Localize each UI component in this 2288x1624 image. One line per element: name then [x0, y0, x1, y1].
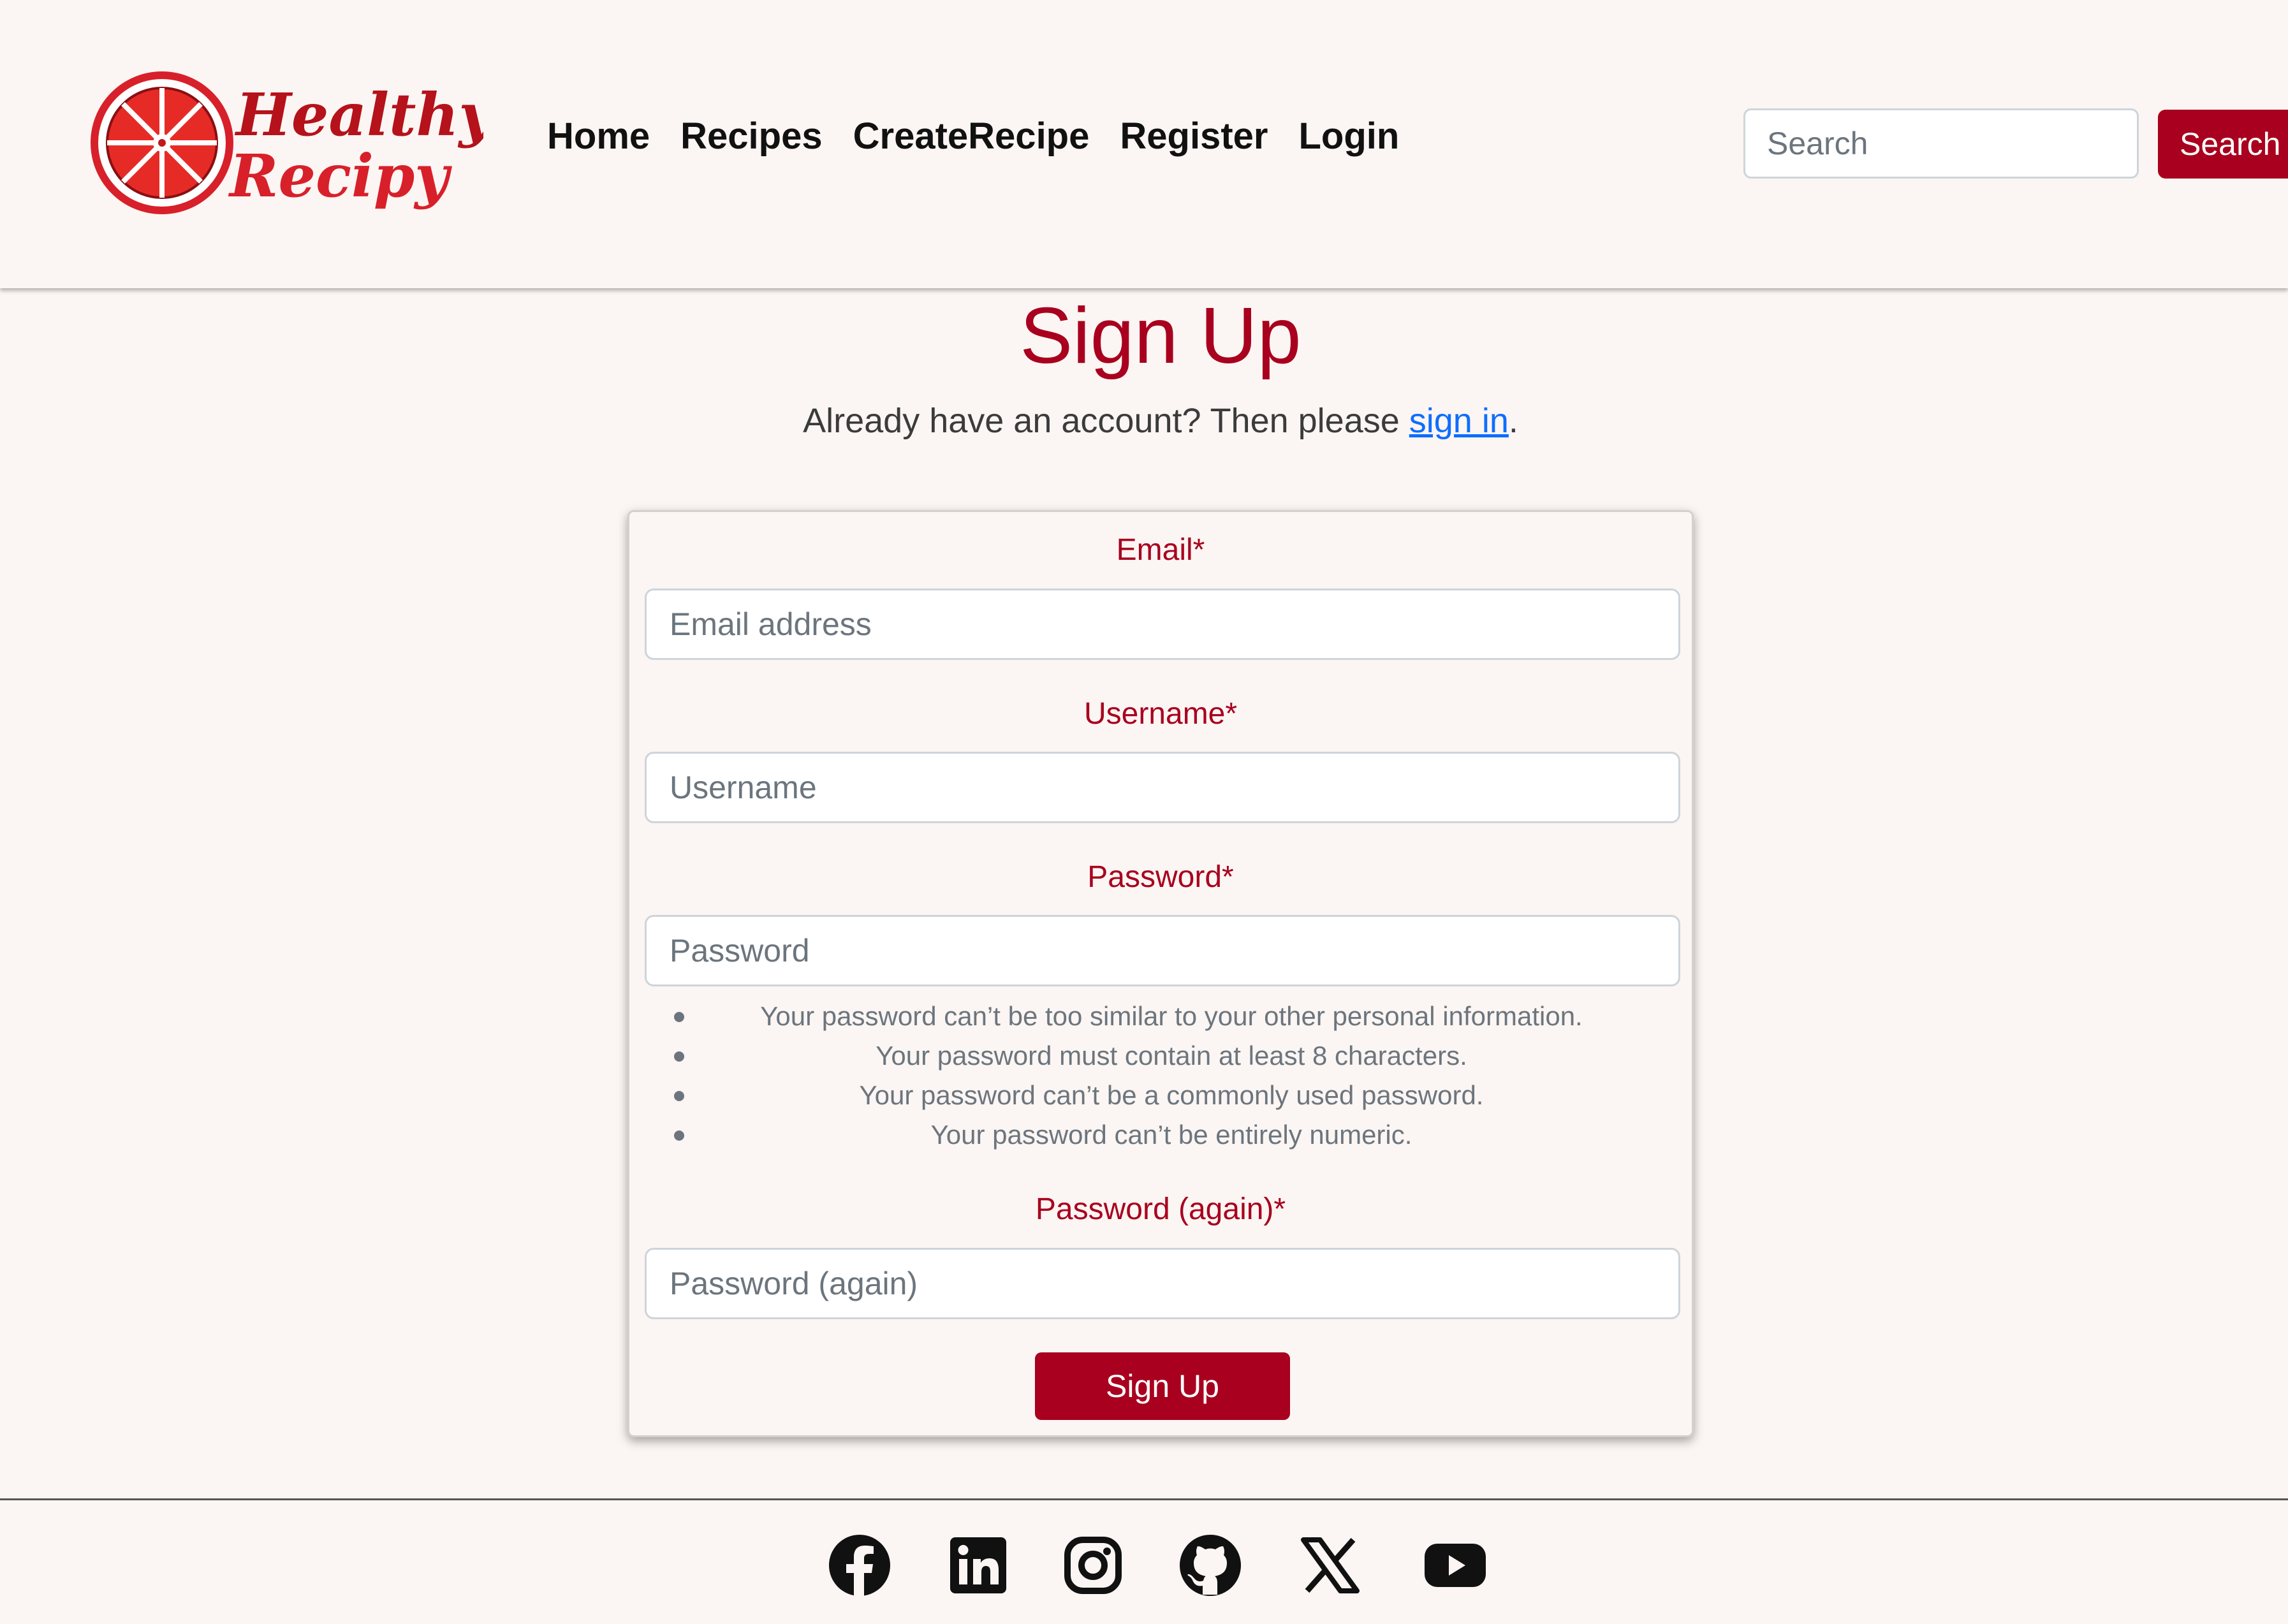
nav-home[interactable]: Home: [547, 108, 650, 165]
nav-recipes[interactable]: Recipes: [680, 108, 822, 165]
list-item: Your password can’t be entirely numeric.: [674, 1115, 1669, 1155]
signin-prompt-text: Already have an account? Then please: [803, 402, 1409, 440]
facebook-icon[interactable]: [828, 1533, 891, 1597]
signup-button[interactable]: Sign Up: [1035, 1352, 1290, 1420]
main-nav: Home Recipes CreateRecipe Register Login: [547, 108, 1399, 165]
list-item: Your password must contain at least 8 ch…: [674, 1036, 1669, 1076]
signin-prompt: Already have an account? Then please sig…: [0, 395, 2288, 446]
bullet-icon: [674, 1091, 684, 1101]
password-again-field[interactable]: [645, 1248, 1680, 1319]
signup-form: Email* Username* Password* Your password…: [627, 510, 1694, 1437]
list-item: Your password can’t be a commonly used p…: [674, 1076, 1669, 1115]
github-icon[interactable]: [1178, 1533, 1242, 1597]
email-label: Email*: [1116, 533, 1205, 567]
username-field[interactable]: [645, 752, 1680, 823]
nav-login[interactable]: Login: [1298, 108, 1399, 165]
password-field[interactable]: [645, 915, 1680, 986]
password-help-text: Your password can’t be a commonly used p…: [859, 1080, 1484, 1110]
logo-text-line1: Healthy: [234, 80, 483, 149]
password-help-list: Your password can’t be too similar to yo…: [674, 997, 1669, 1155]
bullet-icon: [674, 1130, 684, 1141]
youtube-icon[interactable]: [1423, 1533, 1487, 1597]
x-icon[interactable]: [1298, 1533, 1362, 1597]
nav-create-recipe[interactable]: CreateRecipe: [853, 108, 1090, 165]
nav-register[interactable]: Register: [1120, 108, 1268, 165]
page-title: Sign Up: [1020, 292, 1302, 380]
password-again-label: Password (again)*: [1035, 1192, 1286, 1226]
site-header: Healthy Recipy Home Recipes CreateRecipe…: [0, 0, 2288, 288]
site-footer: [0, 1498, 2288, 1624]
signin-link[interactable]: sign in: [1409, 402, 1509, 440]
search-input[interactable]: [1743, 108, 2139, 179]
username-label: Username*: [1083, 697, 1238, 731]
list-item: Your password can’t be too similar to yo…: [674, 997, 1669, 1036]
linkedin-icon[interactable]: [946, 1533, 1010, 1597]
email-field[interactable]: [645, 589, 1680, 660]
signin-prompt-suffix: .: [1508, 402, 1518, 440]
password-help-text: Your password can’t be too similar to yo…: [760, 1001, 1583, 1031]
search-button[interactable]: Search: [2158, 110, 2288, 179]
password-help-text: Your password can’t be entirely numeric.: [930, 1120, 1412, 1150]
logo-text-line2: Recipy: [228, 142, 452, 210]
password-label: Password*: [1087, 860, 1234, 894]
brand-logo[interactable]: Healthy Recipy: [88, 69, 483, 222]
password-help-text: Your password must contain at least 8 ch…: [876, 1041, 1467, 1071]
bullet-icon: [674, 1012, 684, 1022]
instagram-icon[interactable]: [1061, 1533, 1125, 1597]
bullet-icon: [674, 1051, 684, 1062]
lemon-slice-icon: Healthy Recipy: [91, 71, 483, 214]
